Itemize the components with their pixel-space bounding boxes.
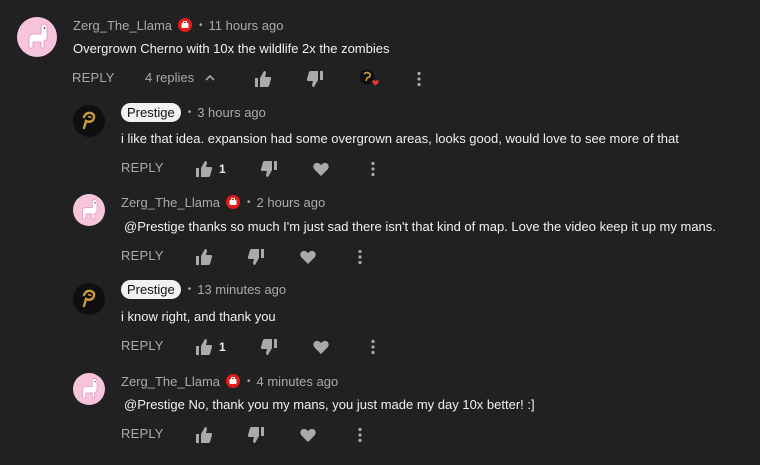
comment-author[interactable]: Zerg_The_Llama (73, 18, 172, 33)
top-comment: Zerg_The_Llama • 11 hours ago Overgrown … (0, 0, 760, 100)
like-button[interactable] (254, 70, 272, 88)
separator-dot: • (247, 196, 251, 208)
comment-time[interactable]: 4 minutes ago (257, 374, 339, 389)
more-options-button[interactable] (364, 160, 382, 178)
comment-time[interactable]: 11 hours ago (209, 18, 284, 33)
comment-author[interactable]: Zerg_The_Llama (121, 374, 220, 389)
thumbs-up-icon (255, 71, 272, 87)
thumbs-up-icon (196, 161, 213, 177)
thumbs-down-icon (260, 339, 277, 355)
dislike-button[interactable] (306, 70, 324, 88)
dislike-button[interactable] (247, 426, 265, 444)
comment-time[interactable]: 3 hours ago (197, 105, 266, 120)
like-button[interactable] (195, 160, 213, 178)
prestige-avatar[interactable] (73, 105, 105, 137)
like-count: 1 (219, 340, 226, 354)
creator-heart-icon[interactable] (358, 68, 380, 90)
heart-button[interactable] (312, 160, 330, 178)
comment-actions: REPLY 4 replies (72, 68, 472, 90)
reply-comment: Prestige • 13 minutes ago i know right, … (0, 277, 760, 365)
member-badge-icon (226, 195, 240, 209)
separator-dot: • (199, 19, 203, 31)
like-count: 1 (219, 162, 226, 176)
comment-actions: REPLY (121, 424, 421, 446)
separator-dot: • (187, 106, 192, 118)
more-vert-icon (417, 71, 421, 87)
heart-icon (300, 250, 316, 264)
llama-avatar[interactable] (73, 373, 105, 405)
thumbs-down-icon (306, 71, 323, 87)
more-options-button[interactable] (351, 248, 369, 266)
comment-time[interactable]: 2 hours ago (257, 195, 326, 210)
more-vert-icon (371, 161, 375, 177)
replies-toggle-button[interactable]: 4 replies (145, 70, 216, 85)
comment-actions: REPLY 1 (121, 158, 421, 180)
reply-comment: Zerg_The_Llama • 2 hours ago @Prestige t… (0, 188, 760, 277)
thumbs-down-icon (260, 161, 277, 177)
separator-dot: • (187, 283, 192, 295)
llama-avatar[interactable] (17, 17, 57, 57)
dislike-button[interactable] (247, 248, 265, 266)
replies-count-label: 4 replies (145, 70, 195, 85)
comment-text: i know right, and thank you (121, 309, 276, 324)
llama-avatar[interactable] (73, 194, 105, 226)
comment-actions: REPLY 1 (121, 336, 421, 358)
reply-button[interactable]: REPLY (121, 426, 164, 441)
separator-dot: • (247, 375, 251, 387)
thumbs-down-icon (247, 249, 264, 265)
comment-author[interactable]: Prestige (121, 102, 181, 122)
reply-comment: Zerg_The_Llama • 4 minutes ago @Prestige… (0, 365, 760, 465)
comment-text: @Prestige No, thank you my mans, you jus… (124, 397, 535, 412)
comment-text: @Prestige thanks so much I'm just sad th… (124, 219, 716, 234)
comment-author[interactable]: Zerg_The_Llama (121, 195, 220, 210)
like-button[interactable] (195, 248, 213, 266)
dislike-button[interactable] (260, 338, 278, 356)
more-options-button[interactable] (410, 70, 428, 88)
prestige-avatar[interactable] (73, 283, 105, 315)
comment-author[interactable]: Prestige (121, 279, 181, 299)
more-options-button[interactable] (351, 426, 369, 444)
like-button[interactable] (195, 338, 213, 356)
reply-button[interactable]: REPLY (72, 70, 115, 85)
reply-button[interactable]: REPLY (121, 338, 164, 353)
comment-time[interactable]: 13 minutes ago (197, 282, 286, 297)
thumbs-up-icon (196, 249, 213, 265)
more-options-button[interactable] (364, 338, 382, 356)
heart-icon (313, 340, 329, 354)
like-button[interactable] (195, 426, 213, 444)
thumbs-up-icon (196, 427, 213, 443)
member-badge-icon (178, 18, 192, 32)
heart-button[interactable] (299, 426, 317, 444)
heart-button[interactable] (312, 338, 330, 356)
heart-button[interactable] (299, 248, 317, 266)
thumbs-up-icon (196, 339, 213, 355)
comment-actions: REPLY (121, 246, 421, 268)
thumbs-down-icon (247, 427, 264, 443)
member-badge-icon (226, 374, 240, 388)
reply-button[interactable]: REPLY (121, 248, 164, 263)
reply-button[interactable]: REPLY (121, 160, 164, 175)
heart-icon (300, 428, 316, 442)
more-vert-icon (358, 249, 362, 265)
heart-icon (313, 162, 329, 176)
chevron-up-icon (205, 74, 215, 81)
dislike-button[interactable] (260, 160, 278, 178)
comment-text: i like that idea. expansion had some ove… (121, 131, 679, 146)
reply-comment: Prestige • 3 hours ago i like that idea.… (0, 100, 760, 188)
more-vert-icon (371, 339, 375, 355)
more-vert-icon (358, 427, 362, 443)
comment-text: Overgrown Cherno with 10x the wildlife 2… (73, 41, 390, 56)
